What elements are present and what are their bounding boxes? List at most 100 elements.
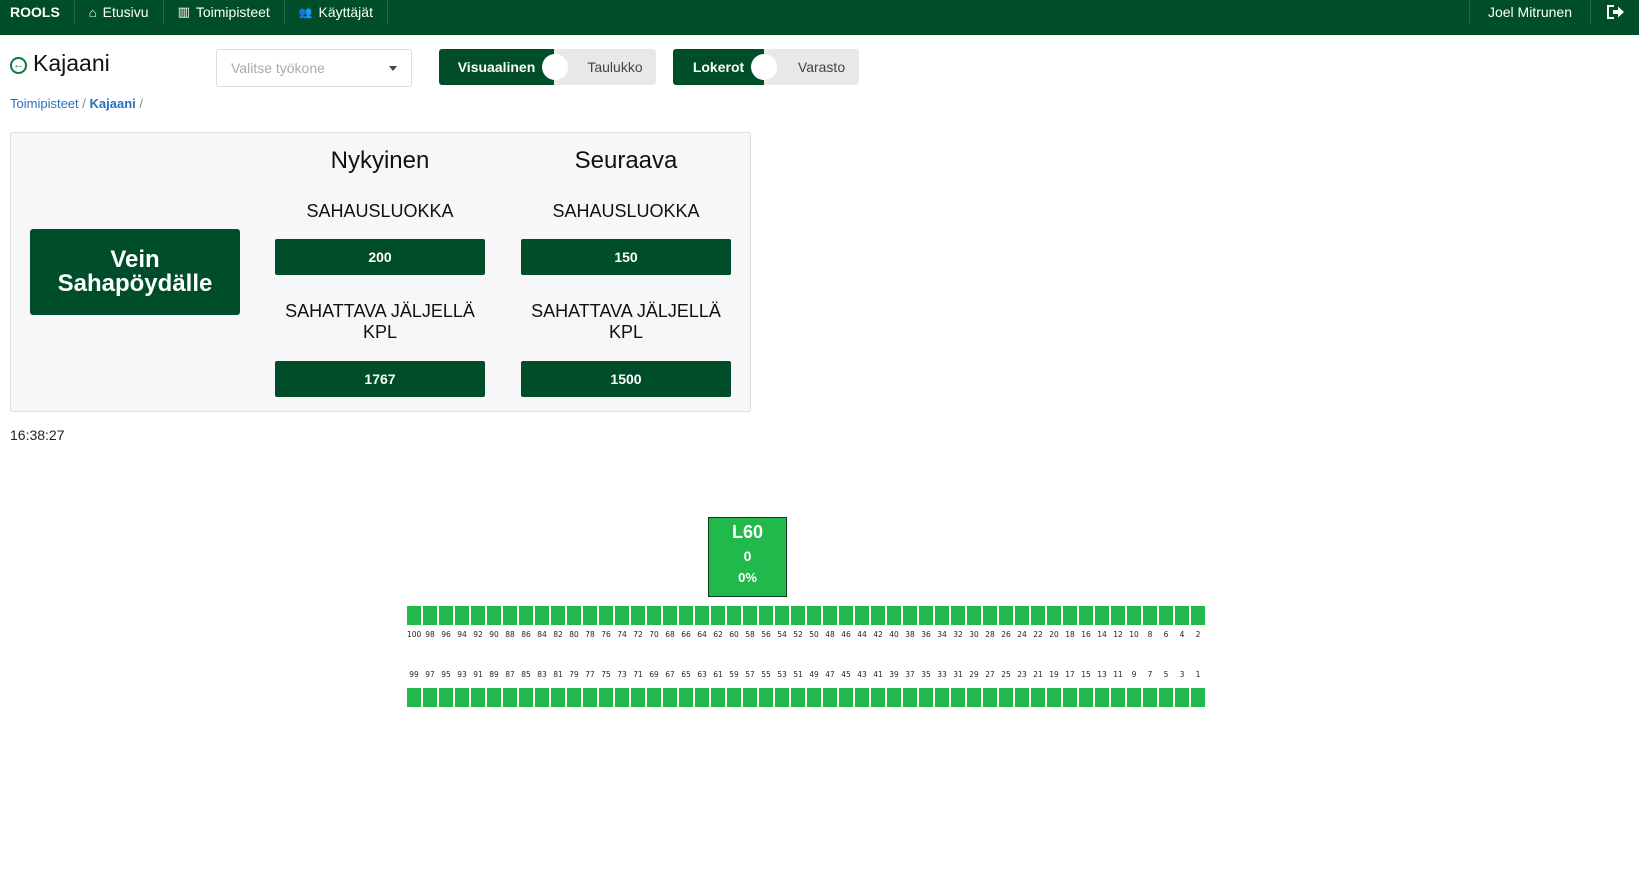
slot-58[interactable] — [743, 606, 757, 625]
slot-41[interactable] — [871, 688, 885, 707]
slot-94[interactable] — [455, 606, 469, 625]
slot-26[interactable] — [999, 606, 1013, 625]
nav-item-kayttajat[interactable]: 👥 Käyttäjät — [285, 0, 388, 24]
slot-39[interactable] — [887, 688, 901, 707]
slot-30[interactable] — [967, 606, 981, 625]
slot-56[interactable] — [759, 606, 773, 625]
slot-57[interactable] — [743, 688, 757, 707]
slot-49[interactable] — [807, 688, 821, 707]
slot-16[interactable] — [1079, 606, 1093, 625]
slot-4[interactable] — [1175, 606, 1189, 625]
slot-45[interactable] — [839, 688, 853, 707]
breadcrumb-kajaani[interactable]: Kajaani — [90, 96, 136, 111]
slot-5[interactable] — [1159, 688, 1173, 707]
slot-7[interactable] — [1143, 688, 1157, 707]
slot-84[interactable] — [535, 606, 549, 625]
nav-item-toimipisteet[interactable]: ▥ Toimipisteet — [164, 0, 285, 24]
slot-18[interactable] — [1063, 606, 1077, 625]
slot-34[interactable] — [935, 606, 949, 625]
slot-92[interactable] — [471, 606, 485, 625]
view-toggle[interactable]: Visuaalinen Taulukko — [439, 49, 656, 85]
slot-51[interactable] — [791, 688, 805, 707]
slot-20[interactable] — [1047, 606, 1061, 625]
slot-69[interactable] — [647, 688, 661, 707]
slot-80[interactable] — [567, 606, 581, 625]
slot-75[interactable] — [599, 688, 613, 707]
slot-19[interactable] — [1047, 688, 1061, 707]
user-menu[interactable]: Joel Mitrunen — [1468, 0, 1591, 24]
slot-81[interactable] — [551, 688, 565, 707]
slot-88[interactable] — [503, 606, 517, 625]
slot-62[interactable] — [711, 606, 725, 625]
slot-9[interactable] — [1127, 688, 1141, 707]
machine-select[interactable]: Valitse työkone — [216, 49, 412, 87]
slot-83[interactable] — [535, 688, 549, 707]
slot-100[interactable] — [407, 606, 421, 625]
slot-50[interactable] — [807, 606, 821, 625]
slot-97[interactable] — [423, 688, 437, 707]
slot-77[interactable] — [583, 688, 597, 707]
slot-86[interactable] — [519, 606, 533, 625]
slot-79[interactable] — [567, 688, 581, 707]
slot-85[interactable] — [519, 688, 533, 707]
slot-87[interactable] — [503, 688, 517, 707]
slot-71[interactable] — [631, 688, 645, 707]
slot-93[interactable] — [455, 688, 469, 707]
logout-button[interactable] — [1591, 0, 1639, 24]
slot-28[interactable] — [983, 606, 997, 625]
slot-33[interactable] — [935, 688, 949, 707]
slot-73[interactable] — [615, 688, 629, 707]
back-arrow-icon[interactable]: ← — [10, 57, 27, 74]
slot-72[interactable] — [631, 606, 645, 625]
slot-67[interactable] — [663, 688, 677, 707]
slot-13[interactable] — [1095, 688, 1109, 707]
slot-89[interactable] — [487, 688, 501, 707]
view-toggle-visual[interactable]: Visuaalinen — [439, 49, 554, 85]
slot-17[interactable] — [1063, 688, 1077, 707]
nav-item-etusivu[interactable]: ⌂ Etusivu — [75, 0, 164, 24]
slot-90[interactable] — [487, 606, 501, 625]
slot-15[interactable] — [1079, 688, 1093, 707]
slot-98[interactable] — [423, 606, 437, 625]
slot-65[interactable] — [679, 688, 693, 707]
slot-12[interactable] — [1111, 606, 1125, 625]
slot-3[interactable] — [1175, 688, 1189, 707]
slot-60[interactable] — [727, 606, 741, 625]
slot-11[interactable] — [1111, 688, 1125, 707]
slot-78[interactable] — [583, 606, 597, 625]
brand-link[interactable]: ROOLS — [0, 0, 75, 24]
slot-2[interactable] — [1191, 606, 1205, 625]
slot-27[interactable] — [983, 688, 997, 707]
slot-37[interactable] — [903, 688, 917, 707]
slot-61[interactable] — [711, 688, 725, 707]
slot-25[interactable] — [999, 688, 1013, 707]
slot-53[interactable] — [775, 688, 789, 707]
view-toggle-table[interactable]: Taulukko — [554, 49, 656, 85]
slot-38[interactable] — [903, 606, 917, 625]
slot-40[interactable] — [887, 606, 901, 625]
slot-29[interactable] — [967, 688, 981, 707]
slot-32[interactable] — [951, 606, 965, 625]
slot-10[interactable] — [1127, 606, 1141, 625]
slot-95[interactable] — [439, 688, 453, 707]
slot-68[interactable] — [663, 606, 677, 625]
slot-99[interactable] — [407, 688, 421, 707]
slot-43[interactable] — [855, 688, 869, 707]
slot-55[interactable] — [759, 688, 773, 707]
slot-63[interactable] — [695, 688, 709, 707]
slot-48[interactable] — [823, 606, 837, 625]
slot-47[interactable] — [823, 688, 837, 707]
slot-70[interactable] — [647, 606, 661, 625]
slot-6[interactable] — [1159, 606, 1173, 625]
slot-91[interactable] — [471, 688, 485, 707]
breadcrumb-toimipisteet[interactable]: Toimipisteet — [10, 96, 79, 111]
slot-54[interactable] — [775, 606, 789, 625]
slot-1[interactable] — [1191, 688, 1205, 707]
slot-74[interactable] — [615, 606, 629, 625]
slot-66[interactable] — [679, 606, 693, 625]
slot-64[interactable] — [695, 606, 709, 625]
slot-76[interactable] — [599, 606, 613, 625]
slot-23[interactable] — [1015, 688, 1029, 707]
mode-toggle-varasto[interactable]: Varasto — [764, 49, 859, 85]
slot-22[interactable] — [1031, 606, 1045, 625]
